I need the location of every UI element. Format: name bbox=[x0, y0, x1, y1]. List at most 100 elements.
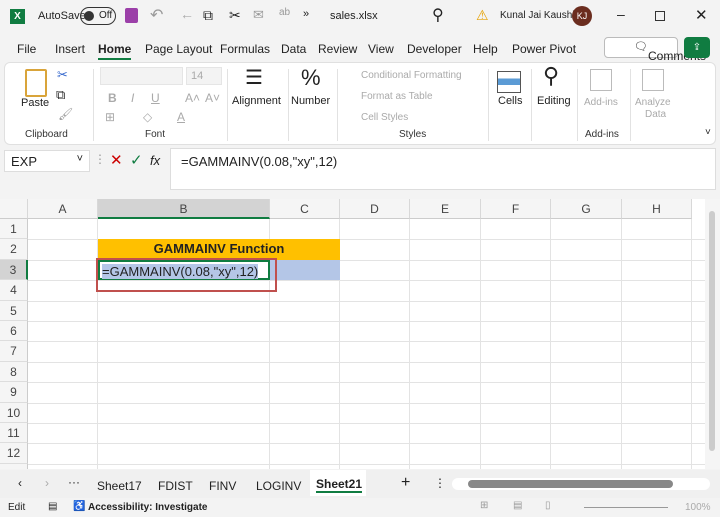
sheet-tab[interactable]: FDIST bbox=[158, 479, 193, 493]
column-header-h[interactable]: H bbox=[622, 199, 692, 219]
row-header-6[interactable]: 6 bbox=[0, 321, 28, 342]
tab-page-layout[interactable]: Page Layout bbox=[145, 42, 212, 56]
tab-view[interactable]: View bbox=[368, 42, 394, 56]
row-header-12[interactable]: 12 bbox=[0, 443, 28, 464]
format-painter-icon[interactable]: 🖌 bbox=[58, 107, 73, 121]
row-header-1[interactable]: 1 bbox=[0, 219, 28, 240]
font-name-select[interactable] bbox=[100, 67, 183, 85]
select-all[interactable] bbox=[0, 199, 28, 219]
editing-button[interactable]: Editing bbox=[537, 95, 571, 107]
more-commands-icon[interactable]: » bbox=[303, 8, 309, 20]
row-header-3[interactable]: 3 bbox=[0, 259, 28, 281]
column-header-a[interactable]: A bbox=[28, 199, 98, 219]
horizontal-scrollbar[interactable] bbox=[452, 478, 710, 490]
font-size-select[interactable]: 14 bbox=[186, 67, 222, 85]
name-box[interactable]: EXP ˅ bbox=[4, 150, 90, 172]
cut-icon[interactable]: ✂ bbox=[229, 7, 241, 24]
row-header-13[interactable]: 13 bbox=[0, 463, 28, 469]
more-sheets-icon[interactable]: ··· bbox=[68, 475, 80, 489]
spelling-icon[interactable]: ab bbox=[279, 7, 290, 18]
share-button[interactable]: ⇪ bbox=[684, 37, 710, 58]
cell-b3[interactable]: =GAMMAINV(0.08,"xy",12) bbox=[98, 259, 270, 281]
email-icon[interactable]: ✉ bbox=[253, 7, 264, 23]
next-sheet-icon[interactable]: › bbox=[45, 476, 49, 490]
copy-icon[interactable]: ⧉ bbox=[56, 87, 65, 103]
tab-data[interactable]: Data bbox=[281, 42, 306, 56]
sheet-tab[interactable]: LOGINV bbox=[256, 479, 301, 493]
autosave-toggle[interactable]: Off bbox=[80, 7, 116, 25]
tab-file[interactable]: File bbox=[17, 42, 36, 56]
page-break-view-icon[interactable]: ▯ bbox=[545, 500, 551, 511]
prev-sheet-icon[interactable]: ‹ bbox=[18, 476, 22, 490]
sheet-tab[interactable]: Sheet17 bbox=[97, 479, 142, 493]
decrease-font-icon[interactable]: A˅ bbox=[205, 91, 220, 105]
borders-icon[interactable]: ⊞ bbox=[105, 110, 115, 124]
search-icon[interactable]: ⚲ bbox=[432, 5, 444, 25]
tab-developer[interactable]: Developer bbox=[407, 42, 462, 56]
collapse-ribbon-icon[interactable]: ˅ bbox=[705, 127, 711, 138]
column-header-e[interactable]: E bbox=[410, 199, 481, 219]
sheet-tab-active[interactable]: Sheet21 bbox=[310, 470, 366, 496]
tab-insert[interactable]: Insert bbox=[55, 42, 85, 56]
row-header-2[interactable]: 2 bbox=[0, 239, 28, 260]
spreadsheet-grid[interactable]: GAMMAINV Function =GAMMAINV(0.08,"xy",12)… bbox=[0, 199, 705, 469]
vertical-scrollbar[interactable] bbox=[705, 199, 720, 469]
column-header-f[interactable]: F bbox=[481, 199, 551, 219]
formula-input[interactable]: =GAMMAINV(0.08,"xy",12) bbox=[170, 148, 716, 190]
zoom-slider[interactable] bbox=[584, 507, 668, 508]
undo-icon[interactable]: ↶ bbox=[150, 5, 163, 25]
cell-b3-formula[interactable]: =GAMMAINV(0.08,"xy",12) bbox=[102, 263, 259, 279]
tab-formulas[interactable]: Formulas bbox=[220, 42, 270, 56]
italic-icon[interactable]: I bbox=[131, 91, 134, 105]
tab-power-pivot[interactable]: Power Pivot bbox=[512, 42, 576, 56]
copy-icon[interactable]: ⧉ bbox=[203, 7, 213, 24]
column-header-b[interactable]: B bbox=[98, 199, 270, 219]
redo-icon[interactable]: ← bbox=[180, 6, 194, 22]
cell-b2[interactable]: GAMMAINV Function bbox=[98, 239, 340, 260]
row-header-9[interactable]: 9 bbox=[0, 382, 28, 403]
filename[interactable]: sales.xlsx bbox=[330, 10, 378, 22]
avatar[interactable]: KJ bbox=[572, 6, 592, 26]
tab-options-icon[interactable]: ⋮ bbox=[434, 476, 446, 490]
accessibility-status[interactable]: Accessibility: Investigate bbox=[88, 502, 208, 513]
row-header-4[interactable]: 4 bbox=[0, 280, 28, 301]
cell-styles-button[interactable]: Cell Styles bbox=[361, 112, 408, 123]
row-header-5[interactable]: 5 bbox=[0, 300, 28, 321]
zoom-level[interactable]: 100% bbox=[685, 502, 711, 513]
alignment-button[interactable]: Alignment bbox=[232, 95, 281, 107]
font-color-icon[interactable]: A bbox=[177, 110, 185, 124]
tab-home[interactable]: Home bbox=[98, 42, 132, 60]
bold-icon[interactable]: B bbox=[108, 91, 117, 105]
normal-view-icon[interactable]: ⊞ bbox=[480, 500, 488, 511]
cancel-icon[interactable]: ✕ bbox=[110, 151, 123, 169]
comments-button[interactable]: 🗨 Comments bbox=[604, 37, 706, 63]
sheet-tab[interactable]: FINV bbox=[209, 479, 236, 493]
insert-function-icon[interactable]: fx bbox=[150, 153, 160, 168]
tab-review[interactable]: Review bbox=[318, 42, 357, 56]
tab-help[interactable]: Help bbox=[473, 42, 498, 56]
maximize-icon[interactable] bbox=[655, 11, 665, 21]
number-button[interactable]: Number bbox=[291, 95, 330, 107]
row-header-10[interactable]: 10 bbox=[0, 402, 28, 423]
paste-button[interactable]: Paste bbox=[21, 97, 49, 109]
row-header-11[interactable]: 11 bbox=[0, 423, 28, 444]
increase-font-icon[interactable]: A˄ bbox=[185, 91, 200, 105]
column-header-c[interactable]: C bbox=[270, 199, 340, 219]
column-header-d[interactable]: D bbox=[340, 199, 410, 219]
format-as-table-button[interactable]: Format as Table bbox=[361, 91, 433, 102]
conditional-formatting-button[interactable]: Conditional Formatting bbox=[361, 70, 462, 81]
analyze-data-button[interactable]: Analyze bbox=[635, 97, 671, 108]
add-sheet-icon[interactable]: + bbox=[401, 474, 410, 492]
paste-icon[interactable] bbox=[25, 69, 47, 97]
enter-icon[interactable]: ✓ bbox=[130, 151, 143, 169]
cut-icon[interactable]: ✂ bbox=[57, 67, 68, 83]
row-header-7[interactable]: 7 bbox=[0, 341, 28, 362]
fill-color-icon[interactable]: ◇ bbox=[143, 110, 152, 124]
cell-c3[interactable] bbox=[270, 259, 340, 281]
add-ins-button[interactable]: Add-ins bbox=[584, 97, 618, 108]
row-header-8[interactable]: 8 bbox=[0, 361, 28, 383]
close-icon[interactable]: ✕ bbox=[695, 6, 708, 24]
cells-button[interactable]: Cells bbox=[498, 95, 522, 107]
minimize-icon[interactable]: – bbox=[617, 6, 625, 22]
underline-icon[interactable]: U bbox=[151, 91, 160, 105]
